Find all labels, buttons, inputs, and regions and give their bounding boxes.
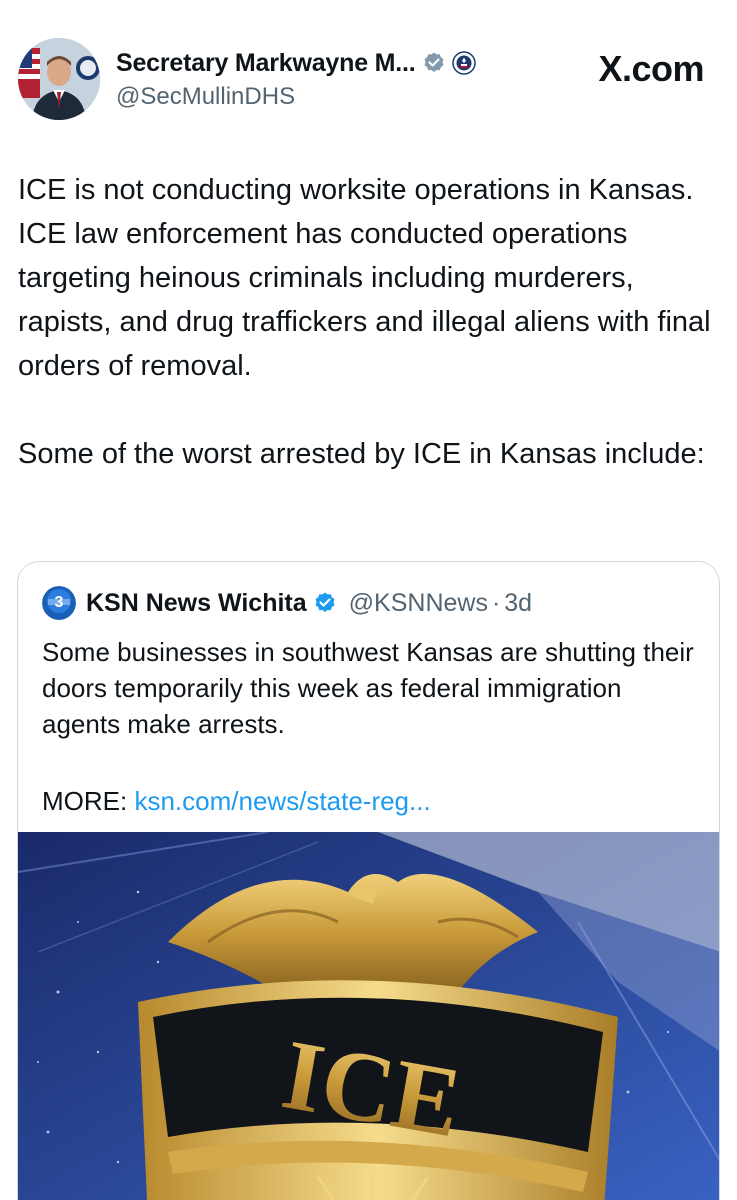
author-handle[interactable]: @SecMullinDHS [116, 83, 476, 111]
quoted-handle[interactable]: @KSNNews [349, 589, 488, 618]
ice-badge-image[interactable]: ICE [18, 832, 720, 1200]
more-label: MORE: [42, 786, 128, 816]
ksn-avatar-badge: 3 [55, 594, 64, 611]
author-display-name[interactable]: Secretary Markwayne M... [116, 49, 416, 78]
separator-dot: · [491, 588, 501, 617]
display-name-row: Secretary Markwayne M... [116, 48, 476, 78]
ksn-avatar[interactable]: 3 [42, 586, 76, 620]
tweet-header: Secretary Markwayne M... @SecMullinDHS X… [18, 38, 718, 122]
quoted-more-line: MORE: ksn.com/news/state-reg... [42, 783, 431, 819]
quoted-timestamp[interactable]: 3d [504, 589, 532, 618]
article-link[interactable]: ksn.com/news/state-reg... [134, 786, 430, 816]
dhs-seal-icon[interactable] [451, 51, 476, 75]
verified-badge-icon [315, 592, 335, 612]
quoted-post-header: 3 KSN News Wichita @KSNNews · 3d [42, 586, 532, 620]
quoted-display-name[interactable]: KSN News Wichita [86, 589, 307, 618]
post-paragraph: Some of the worst arrested by ICE in Kan… [18, 438, 705, 470]
post-text: ICE is not conducting worksite operation… [18, 168, 718, 476]
quoted-post-text: Some businesses in southwest Kansas are … [42, 637, 694, 739]
author-names: Secretary Markwayne M... @SecMullinDHS [116, 48, 476, 111]
author-avatar[interactable] [18, 38, 100, 120]
gray-verified-badge-icon[interactable] [422, 51, 446, 75]
post-paragraph: ICE is not conducting worksite operation… [18, 174, 711, 382]
quoted-post[interactable]: 3 KSN News Wichita @KSNNews · 3d Some bu… [17, 561, 720, 1200]
x-brand-logo: X.com [598, 48, 704, 89]
